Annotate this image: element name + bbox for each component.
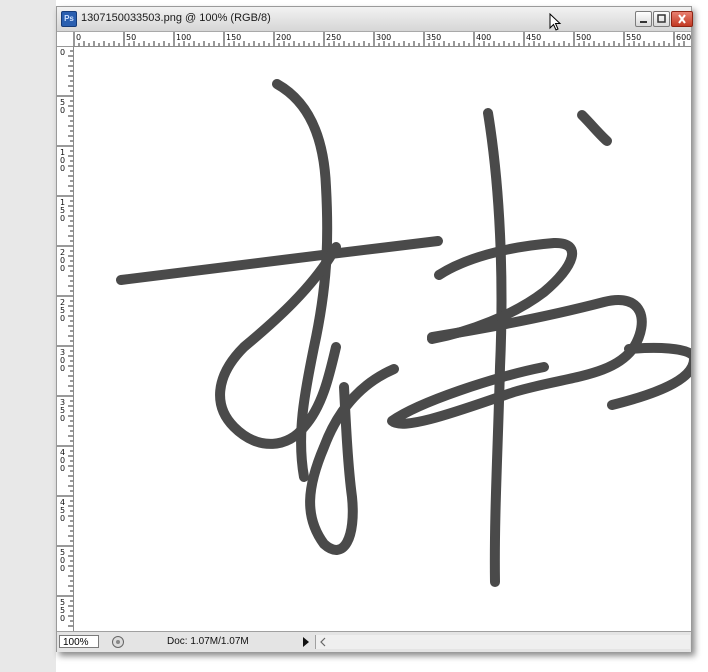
- ruler-top-label: 0: [76, 33, 81, 42]
- document-title: 1307150033503.png @ 100% (RGB/8): [81, 12, 271, 24]
- ruler-left-label-char: 0: [60, 614, 65, 623]
- ruler-left-label-char: 0: [60, 48, 65, 57]
- close-button[interactable]: [671, 11, 693, 27]
- vertical-ruler[interactable]: 050100150200250300350400450500550: [57, 46, 74, 631]
- status-menu-arrow-icon[interactable]: [301, 636, 311, 648]
- ruler-top-label: 200: [276, 33, 291, 42]
- document-window[interactable]: Ps 1307150033503.png @ 100% (RGB/8) 0 50 1…: [56, 6, 693, 652]
- document-size-info: Doc: 1.07M/1.07M: [167, 636, 249, 647]
- restore-button[interactable]: [653, 11, 670, 27]
- ruler-left-label-char: 0: [60, 164, 65, 173]
- ruler-top-label: 500: [576, 33, 591, 42]
- ruler-top-label: 600: [676, 33, 691, 42]
- status-bar: 100% Doc: 1.07M/1.07M: [57, 631, 691, 652]
- app-backdrop: [0, 0, 56, 672]
- ruler-left-label-char: 0: [60, 314, 65, 323]
- restore-icon: [657, 14, 666, 23]
- ruler-left-label-char: 0: [60, 106, 65, 115]
- calligraphy-artwork: [116, 79, 691, 587]
- ruler-left-label-char: 0: [60, 264, 65, 273]
- status-info-icon[interactable]: [111, 635, 125, 649]
- stroke-right-sweep: [387, 295, 647, 429]
- ruler-top-label: 350: [426, 33, 441, 42]
- stroke-horizontal: [116, 236, 443, 285]
- horizontal-scrollbar[interactable]: [315, 635, 690, 649]
- ruler-top-label: 150: [226, 33, 241, 42]
- scroll-left-arrow-icon[interactable]: [318, 636, 328, 648]
- zoom-level-field[interactable]: 100%: [59, 635, 99, 648]
- ruler-left-label-char: 0: [60, 414, 65, 423]
- stroke-left-hook: [272, 79, 333, 482]
- ruler-corner[interactable]: [57, 32, 74, 47]
- close-icon: [678, 14, 686, 24]
- ruler-left-label-char: 0: [60, 564, 65, 573]
- ruler-left-label-char: 0: [60, 214, 65, 223]
- ruler-top-label: 400: [476, 33, 491, 42]
- ruler-left-label-char: 0: [60, 364, 65, 373]
- ruler-top-label: 550: [626, 33, 641, 42]
- document-titlebar[interactable]: Ps 1307150033503.png @ 100% (RGB/8): [57, 7, 693, 32]
- stroke-small-tick: [577, 110, 612, 146]
- photoshop-icon: Ps: [61, 11, 77, 27]
- stroke-right-vertical: [483, 108, 507, 587]
- ruler-top-label: 100: [176, 33, 191, 42]
- minimize-icon: [640, 21, 647, 23]
- ruler-top-label: 450: [526, 33, 541, 42]
- ruler-top-label: 50: [126, 33, 136, 42]
- ruler-left-label-char: 0: [60, 464, 65, 473]
- minimize-button[interactable]: [635, 11, 652, 27]
- ruler-top-label: 250: [326, 33, 341, 42]
- ruler-left-label-char: 0: [60, 514, 65, 523]
- image-canvas[interactable]: [74, 47, 691, 631]
- mouse-cursor-icon: [549, 13, 562, 31]
- horizontal-ruler[interactable]: 0 50 100 150 200 250 300 350 400 450 500 550 600: [73, 32, 691, 47]
- ruler-top-label: 300: [376, 33, 391, 42]
